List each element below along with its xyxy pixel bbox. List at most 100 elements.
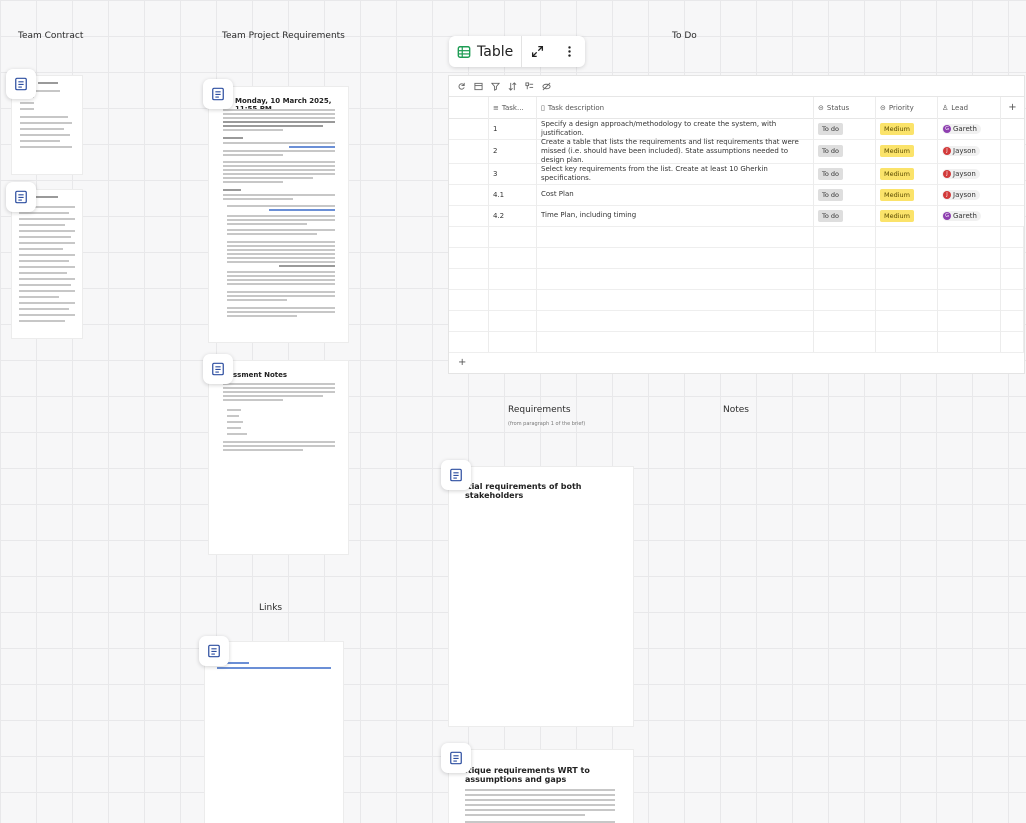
task-description-cell[interactable]: Create a table that lists the requiremen… [537,138,814,164]
table-cell[interactable] [876,289,938,310]
table-cell[interactable] [489,310,537,331]
group-icon[interactable] [525,82,534,91]
empty-cell[interactable] [1001,139,1024,163]
task-description-cell[interactable]: Specify a design approach/methodology to… [537,118,814,139]
table-cell[interactable] [537,289,814,310]
empty-table-row[interactable] [449,289,1024,311]
add-row-button[interactable]: + [458,357,466,368]
table-cell[interactable] [537,268,814,289]
empty-table-row[interactable] [449,247,1024,269]
task-id-cell[interactable]: 2 [489,139,537,163]
status-cell[interactable]: To do [814,205,876,226]
task-id-cell[interactable]: 4.2 [489,205,537,226]
priority-cell[interactable]: Medium [876,118,938,139]
critique-requirements-doc[interactable]: itique requirements WRT to assumptions a… [449,750,633,823]
refresh-icon[interactable] [457,82,466,91]
status-cell[interactable]: To do [814,184,876,205]
assessment-notes-doc[interactable]: ssment Notes [209,361,348,554]
empty-cell[interactable] [1001,163,1024,184]
row-handle-cell[interactable] [449,184,489,205]
empty-cell[interactable] [1001,205,1024,226]
document-icon[interactable] [203,79,233,109]
table-cell[interactable] [537,331,814,352]
table-cell[interactable] [537,226,814,247]
table-cell[interactable] [1001,289,1024,310]
more-options-button[interactable] [554,36,585,67]
table-cell[interactable] [449,268,489,289]
table-cell[interactable] [938,247,1001,268]
column-header-lead[interactable]: ♙ Lead [938,97,1001,118]
table-cell[interactable] [449,331,489,352]
table-cell[interactable] [814,268,876,289]
initial-requirements-doc[interactable]: itial requirements of both stakeholders [449,467,633,726]
task-description-cell[interactable]: Time Plan, including timing [537,205,814,226]
task-id-cell[interactable]: 3 [489,163,537,184]
table-cell[interactable] [814,247,876,268]
task-description-cell[interactable]: Cost Plan [537,184,814,205]
column-header-task-id[interactable]: ≡ Task... [489,97,537,118]
table-cell[interactable] [489,268,537,289]
table-cell[interactable] [814,226,876,247]
table-cell[interactable] [449,289,489,310]
empty-cell[interactable] [1001,184,1024,205]
priority-cell[interactable]: Medium [876,184,938,205]
table-cell[interactable] [1001,247,1024,268]
team-contract-doc-2[interactable] [12,190,82,338]
table-row[interactable]: 4.1 Cost Plan To do Medium J Jayson [449,184,1024,206]
table-cell[interactable] [489,226,537,247]
table-cell[interactable] [876,247,938,268]
status-cell[interactable]: To do [814,118,876,139]
table-cell[interactable] [814,310,876,331]
sort-icon[interactable] [508,82,517,91]
table-cell[interactable] [876,331,938,352]
row-handle-cell[interactable] [449,139,489,163]
lead-cell[interactable]: J Jayson [938,184,1001,205]
view-icon[interactable] [474,82,483,91]
empty-table-row[interactable] [449,331,1024,353]
column-header-priority[interactable]: ⊝ Priority [876,97,938,118]
project-requirements-doc[interactable]: Monday, 10 March 2025, 11:55 PM [209,87,348,342]
table-cell[interactable] [938,226,1001,247]
table-row[interactable]: 4.2 Time Plan, including timing To do Mediu… [449,205,1024,227]
table-type-button[interactable]: Table [449,36,523,67]
document-icon[interactable] [441,743,471,773]
status-cell[interactable]: To do [814,139,876,163]
add-column-button[interactable]: + [1001,97,1024,118]
table-cell[interactable] [814,331,876,352]
table-cell[interactable] [537,247,814,268]
document-icon[interactable] [203,354,233,384]
hide-icon[interactable] [542,82,551,91]
empty-cell[interactable] [1001,118,1024,139]
table-cell[interactable] [876,310,938,331]
task-id-cell[interactable]: 4.1 [489,184,537,205]
table-row[interactable]: 3 Select key requirements from the list. … [449,163,1024,185]
table-cell[interactable] [938,310,1001,331]
task-id-cell[interactable]: 1 [489,118,537,139]
table-cell[interactable] [489,331,537,352]
document-icon[interactable] [199,636,229,666]
table-cell[interactable] [449,247,489,268]
table-cell[interactable] [814,289,876,310]
table-cell[interactable] [489,247,537,268]
document-icon[interactable] [6,182,36,212]
table-cell[interactable] [1001,331,1024,352]
table-cell[interactable] [876,268,938,289]
table-cell[interactable] [938,268,1001,289]
priority-cell[interactable]: Medium [876,139,938,163]
table-cell[interactable] [1001,268,1024,289]
lead-cell[interactable]: J Jayson [938,163,1001,184]
document-icon[interactable] [441,460,471,490]
empty-table-row[interactable] [449,268,1024,290]
table-cell[interactable] [938,331,1001,352]
priority-cell[interactable]: Medium [876,163,938,184]
lead-cell[interactable]: G Gareth [938,205,1001,226]
table-cell[interactable] [449,226,489,247]
table-cell[interactable] [537,310,814,331]
expand-button[interactable] [522,36,553,67]
table-cell[interactable] [489,289,537,310]
priority-cell[interactable]: Medium [876,205,938,226]
table-cell[interactable] [449,310,489,331]
table-cell[interactable] [1001,310,1024,331]
row-handle-cell[interactable] [449,118,489,139]
row-handle-cell[interactable] [449,205,489,226]
